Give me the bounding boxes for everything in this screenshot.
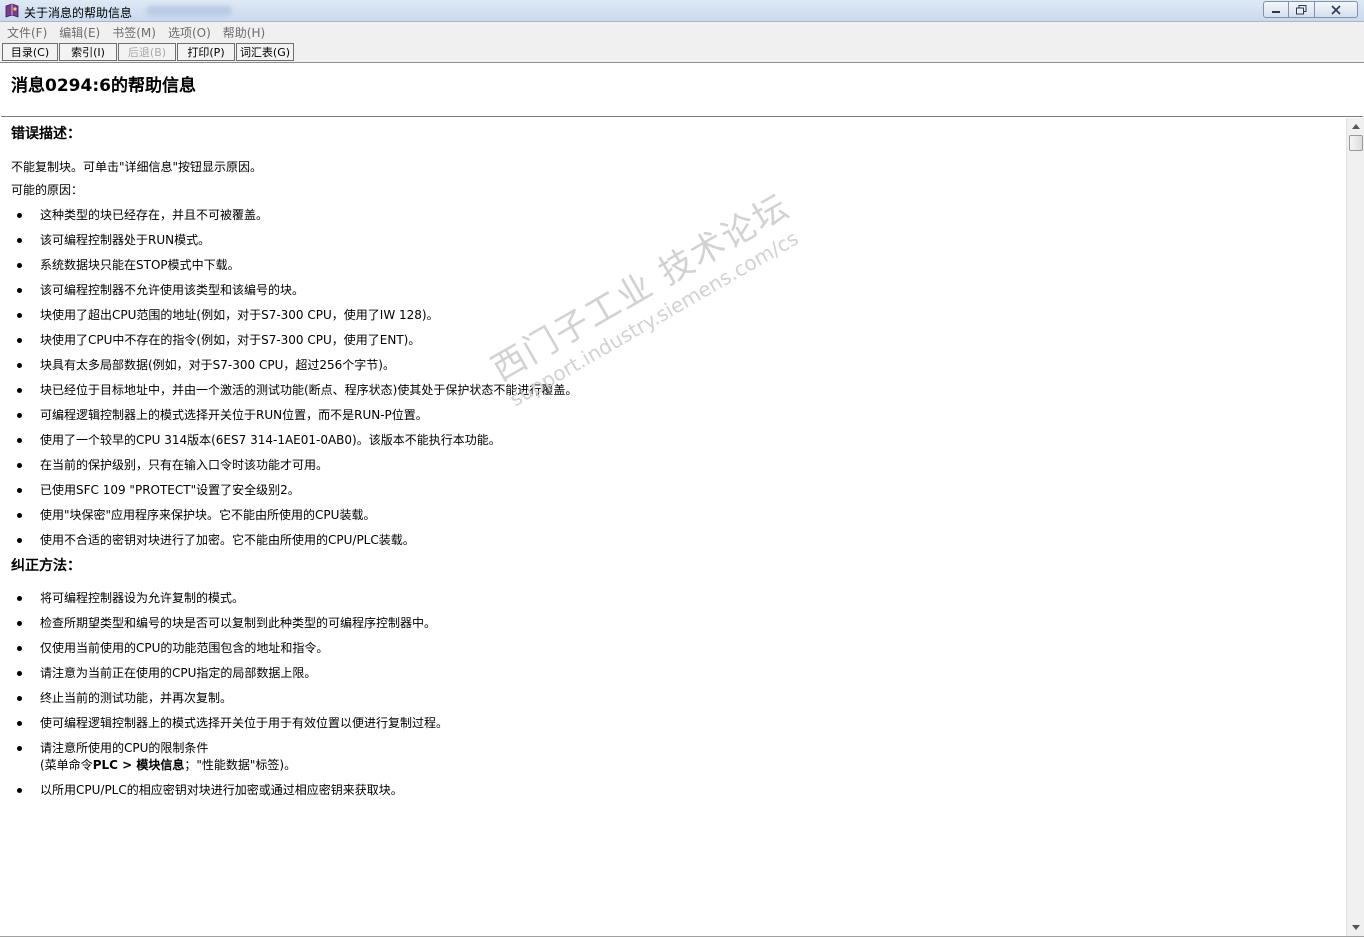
- list-item: 以所用CPU/PLC的相应密钥对块进行加密或通过相应密钥来获取块。: [1, 782, 1001, 807]
- list-item: 块已经位于目标地址中，并由一个激活的测试功能(断点、程序状态)使其处于保护状态不…: [1, 382, 1001, 407]
- limits-line-2-suffix: ；"性能数据"标签)。: [184, 758, 297, 772]
- bullet-icon: [17, 213, 22, 218]
- bullet-icon: [17, 621, 22, 626]
- window-title: 关于消息的帮助信息: [24, 6, 133, 20]
- window-controls: [1263, 1, 1358, 19]
- list-item: 使用不合适的密钥对块进行了加密。它不能由所使用的CPU/PLC装载。: [1, 532, 1001, 557]
- bullet-icon: [17, 721, 22, 726]
- arrow-up-icon: [1351, 123, 1360, 129]
- bullet-icon: [17, 538, 22, 543]
- list-item: 这种类型的块已经存在，并且不可被覆盖。: [1, 207, 1001, 232]
- back-button[interactable]: 后退(B): [118, 43, 176, 61]
- bullet-icon: [17, 788, 22, 793]
- help-book-icon: [5, 3, 19, 18]
- bullet-icon: [17, 438, 22, 443]
- bullet-icon: [17, 671, 22, 676]
- list-item: 请注意为当前正在使用的CPU指定的局部数据上限。: [1, 665, 1001, 690]
- close-icon: [1331, 4, 1341, 15]
- bullet-icon: [17, 463, 22, 468]
- list-item: 使可编程逻辑控制器上的模式选择开关位于用于有效位置以便进行复制过程。: [1, 715, 1001, 740]
- bullet-icon: [17, 488, 22, 493]
- menu-help[interactable]: 帮助(H): [223, 24, 265, 41]
- list-item: 终止当前的测试功能，并再次复制。: [1, 690, 1001, 715]
- list-item: 可编程逻辑控制器上的模式选择开关位于RUN位置，而不是RUN-P位置。: [1, 407, 1001, 432]
- help-button-bar: 目录(C) 索引(I) 后退(B) 打印(P) 词汇表(G): [0, 42, 1364, 63]
- list-item: 已使用SFC 109 "PROTECT"设置了安全级别2。: [1, 482, 1001, 507]
- limits-line-2-prefix: (菜单命令: [40, 758, 93, 772]
- restore-icon: [1296, 4, 1307, 14]
- index-button[interactable]: 索引(I): [59, 43, 117, 61]
- contents-button[interactable]: 目录(C): [2, 43, 58, 61]
- list-item: 该可编程控制器处于RUN模式。: [1, 232, 1001, 257]
- list-item: 系统数据块只能在STOP模式中下载。: [1, 257, 1001, 282]
- possible-causes-label: 可能的原因：: [11, 183, 84, 197]
- list-item: 在当前的保护级别，只有在输入口令时该功能才可用。: [1, 457, 1001, 482]
- bullet-icon: [17, 746, 22, 751]
- bullet-icon: [17, 413, 22, 418]
- limits-line-1: 请注意所使用的CPU的限制条件: [40, 741, 209, 755]
- menu-options[interactable]: 选项(O): [168, 24, 211, 41]
- print-button[interactable]: 打印(P): [177, 43, 235, 61]
- correction-heading: 纠正方法：: [11, 558, 81, 574]
- menu-bar: 文件(F) 编辑(E) 书签(M) 选项(O) 帮助(H): [0, 22, 1364, 42]
- list-item: 仅使用当前使用的CPU的功能范围包含的地址和指令。: [1, 640, 1001, 665]
- bullet-icon: [17, 363, 22, 368]
- corrections-list: 将可编程控制器设为允许复制的模式。 检查所期望类型和编号的块是否可以复制到此种类…: [1, 590, 1001, 807]
- causes-list: 这种类型的块已经存在，并且不可被覆盖。 该可编程控制器处于RUN模式。 系统数据…: [1, 207, 1001, 557]
- bullet-icon: [17, 338, 22, 343]
- bullet-icon: [17, 696, 22, 701]
- restore-button[interactable]: [1289, 1, 1315, 18]
- close-button[interactable]: [1315, 1, 1358, 18]
- error-description-heading: 错误描述：: [11, 126, 81, 142]
- minimize-button[interactable]: [1263, 1, 1289, 18]
- menu-path-module-info: 模块信息: [136, 758, 185, 772]
- menu-file[interactable]: 文件(F): [7, 24, 47, 41]
- arrow-down-icon: [1351, 924, 1360, 930]
- bullet-icon: [17, 313, 22, 318]
- menu-path-plc: PLC >: [92, 758, 137, 772]
- bullet-icon: [17, 263, 22, 268]
- scroll-down-button[interactable]: [1347, 919, 1364, 935]
- menu-bookmark[interactable]: 书签(M): [112, 24, 156, 41]
- scroll-up-button[interactable]: [1347, 118, 1364, 134]
- vertical-scrollbar[interactable]: [1346, 118, 1364, 936]
- minimize-icon: [1272, 10, 1280, 13]
- bullet-icon: [17, 596, 22, 601]
- list-item: 块使用了超出CPU范围的地址(例如，对于S7-300 CPU，使用了IW 128…: [1, 307, 1001, 332]
- title-redacted-area: [146, 6, 232, 16]
- help-content: 错误描述： 不能复制块。可单击"详细信息"按钮显示原因。 可能的原因： 这种类型…: [1, 118, 1346, 936]
- scroll-thumb[interactable]: [1349, 135, 1363, 151]
- list-item: 块具有太多局部数据(例如，对于S7-300 CPU，超过256个字节)。: [1, 357, 1001, 382]
- topic-header: 消息0294:6的帮助信息: [1, 64, 1363, 117]
- bullet-icon: [17, 238, 22, 243]
- bullet-icon: [17, 513, 22, 518]
- list-item: 使用"块保密"应用程序来保护块。它不能由所使用的CPU装载。: [1, 507, 1001, 532]
- list-item: 块使用了CPU中不存在的指令(例如，对于S7-300 CPU，使用了ENT)。: [1, 332, 1001, 357]
- list-item: 将可编程控制器设为允许复制的模式。: [1, 590, 1001, 615]
- bullet-icon: [17, 646, 22, 651]
- topic-title: 消息0294:6的帮助信息: [11, 76, 196, 96]
- error-intro-text: 不能复制块。可单击"详细信息"按钮显示原因。: [11, 160, 263, 174]
- glossary-button[interactable]: 词汇表(G): [236, 43, 294, 61]
- list-item: 使用了一个较早的CPU 314版本(6ES7 314-1AE01-0AB0)。该…: [1, 432, 1001, 457]
- bullet-icon: [17, 288, 22, 293]
- menu-edit[interactable]: 编辑(E): [59, 24, 100, 41]
- list-item: 请注意所使用的CPU的限制条件 (菜单命令PLC > 模块信息；"性能数据"标签…: [1, 740, 1001, 782]
- bullet-icon: [17, 388, 22, 393]
- list-item: 检查所期望类型和编号的块是否可以复制到此种类型的可编程序控制器中。: [1, 615, 1001, 640]
- list-item: 该可编程控制器不允许使用该类型和该编号的块。: [1, 282, 1001, 307]
- title-bar: 关于消息的帮助信息: [0, 0, 1364, 22]
